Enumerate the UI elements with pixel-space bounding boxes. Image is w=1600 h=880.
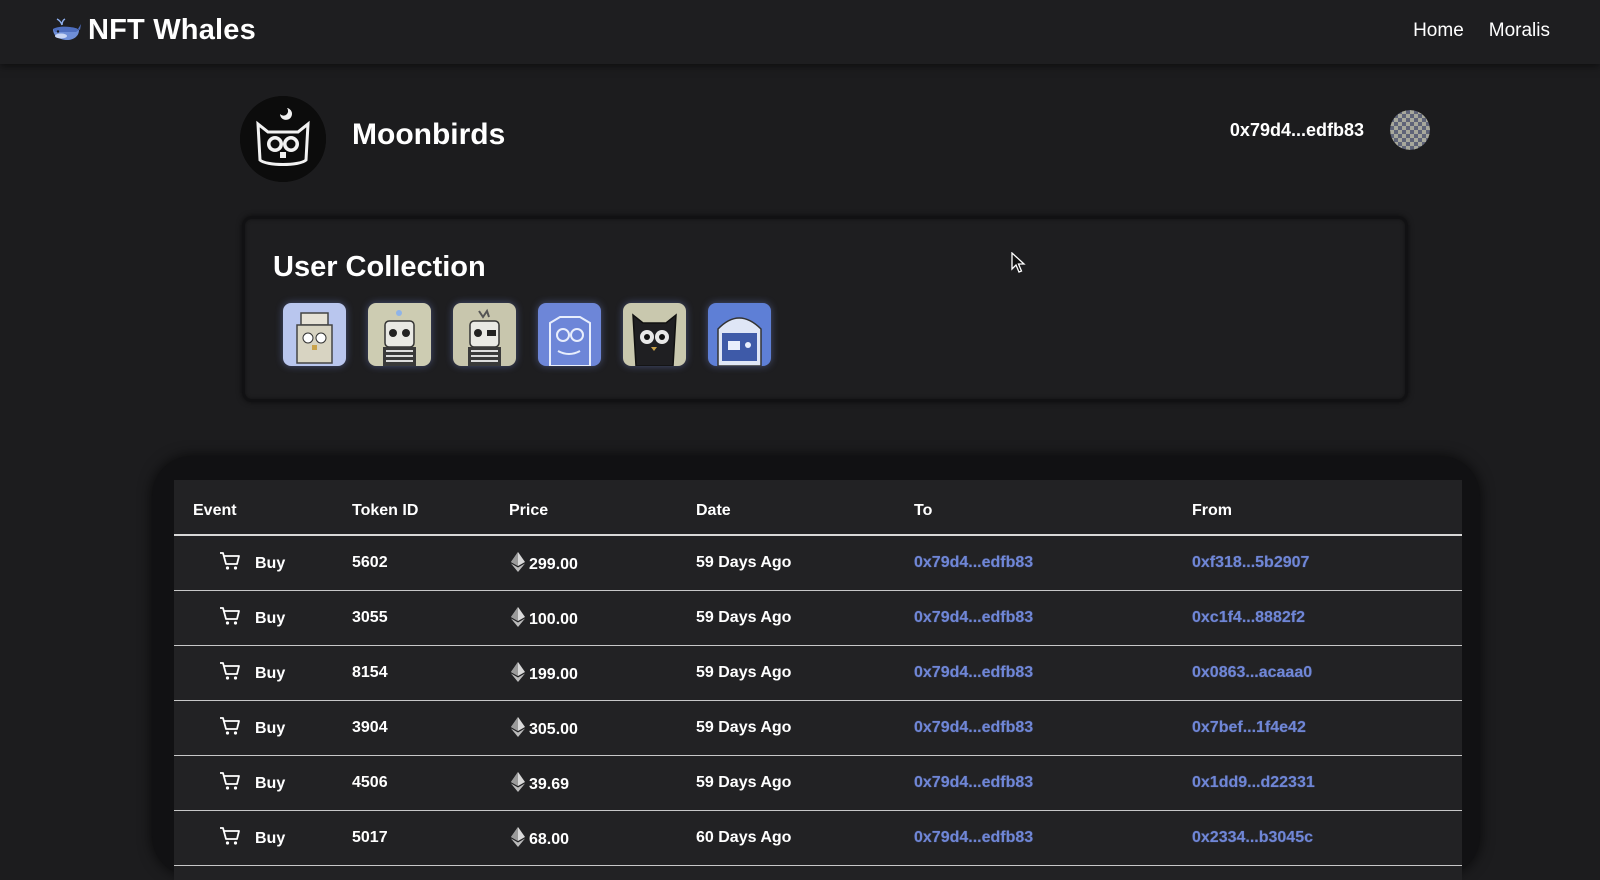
moonbird-crown-icon[interactable] [283, 303, 346, 366]
date: 59 Days Ago [696, 554, 792, 571]
from-address-link[interactable]: 0xc1f4...8882f2 [1192, 609, 1305, 627]
event-label: Buy [255, 774, 286, 792]
from-address-link[interactable]: 0x0863...acaaa0 [1192, 664, 1312, 682]
header-event: Event [193, 502, 237, 519]
price-value: 68.00 [529, 830, 570, 848]
event-label: Buy [255, 609, 286, 627]
cart-icon [219, 661, 241, 686]
header-to: To [914, 502, 933, 519]
moonbird-blue-icon[interactable] [538, 303, 601, 366]
date: 59 Days Ago [696, 774, 792, 791]
nav-link-home[interactable]: Home [1413, 20, 1464, 42]
price-value: 299.00 [529, 555, 578, 573]
to-address-link[interactable]: 0x79d4...edfb83 [914, 829, 1033, 847]
token-id: 3055 [352, 609, 388, 626]
collection-name: Moonbirds [352, 118, 506, 151]
from-address-link[interactable]: 0x2334...b3045c [1192, 829, 1313, 847]
table-row: Buy 3904 305.00 59 Days Ago 0x79d4...edf… [174, 701, 1462, 756]
from-address-link[interactable]: 0x1dd9...d22331 [1192, 774, 1315, 792]
price-value: 199.00 [529, 665, 578, 683]
price-cell: 39.69 [511, 772, 569, 797]
event-cell: Buy [219, 606, 285, 631]
price-cell: 305.00 [511, 717, 578, 742]
event-label: Buy [255, 719, 286, 737]
cart-icon [219, 716, 241, 741]
event-cell: Buy [219, 551, 285, 576]
checkered-avatar-icon[interactable] [1390, 110, 1430, 150]
token-id: 5017 [352, 829, 388, 846]
transactions-table: Event Token ID Price Date To From Buy 56… [174, 480, 1462, 880]
ethereum-icon [511, 662, 525, 687]
wallet-address[interactable]: 0x79d4...edfb83 [1230, 120, 1364, 141]
event-label: Buy [255, 554, 286, 572]
top-navbar: NFT Whales Home Moralis [0, 0, 1600, 64]
token-id: 4506 [352, 774, 388, 791]
to-address-link[interactable]: 0x79d4...edfb83 [914, 609, 1033, 627]
moonbird-helmet-icon[interactable] [708, 303, 771, 366]
event-cell: Buy [219, 716, 285, 741]
mouse-cursor-icon [1011, 251, 1027, 279]
event-label: Buy [255, 664, 286, 682]
cart-icon [219, 606, 241, 631]
table-row: Buy 4506 39.69 59 Days Ago 0x79d4...edfb… [174, 756, 1462, 811]
moonbird-dark-icon[interactable] [623, 303, 686, 366]
date: 59 Days Ago [696, 664, 792, 681]
header-price: Price [509, 502, 549, 519]
date: 59 Days Ago [696, 609, 792, 626]
table-row: Buy 5602 299.00 59 Days Ago 0x79d4...edf… [174, 536, 1462, 591]
brand-link[interactable]: NFT Whales [50, 12, 256, 49]
cart-icon [219, 551, 241, 576]
table-row: Buy 8154 199.00 59 Days Ago 0x79d4...edf… [174, 646, 1462, 701]
moonbird-skull-icon[interactable] [453, 303, 516, 366]
to-address-link[interactable]: 0x79d4...edfb83 [914, 719, 1033, 737]
event-cell: Buy [219, 661, 285, 686]
collection-header: Moonbirds 0x79d4...edfb83 [240, 96, 1430, 182]
to-address-link[interactable]: 0x79d4...edfb83 [914, 774, 1033, 792]
event-cell: Buy [219, 826, 285, 851]
table-row: Buy 3055 100.00 59 Days Ago 0x79d4...edf… [174, 591, 1462, 646]
price-cell: 299.00 [511, 552, 578, 577]
event-label: Buy [255, 829, 286, 847]
date: 60 Days Ago [696, 829, 792, 846]
price-value: 305.00 [529, 720, 578, 738]
table-header-row: Event Token ID Price Date To From [174, 480, 1462, 536]
user-collection-card: User Collection [242, 216, 1408, 402]
ethereum-icon [511, 717, 525, 742]
brand-title: NFT Whales [88, 14, 256, 46]
price-cell: 68.00 [511, 827, 569, 852]
ethereum-icon [511, 827, 525, 852]
token-id: 5602 [352, 554, 388, 571]
nft-thumbnail-row [283, 303, 771, 366]
to-address-link[interactable]: 0x79d4...edfb83 [914, 664, 1033, 682]
table-row: Buy 5017 68.00 60 Days Ago 0x79d4...edfb… [174, 811, 1462, 866]
ethereum-icon [511, 552, 525, 577]
header-from: From [1192, 502, 1232, 519]
from-address-link[interactable]: 0xf318...5b2907 [1192, 554, 1309, 572]
header-token-id: Token ID [352, 502, 419, 519]
token-id: 3904 [352, 719, 388, 736]
user-collection-title: User Collection [273, 251, 486, 283]
date: 59 Days Ago [696, 719, 792, 736]
token-id: 8154 [352, 664, 388, 681]
price-value: 39.69 [529, 775, 570, 793]
price-cell: 100.00 [511, 607, 578, 632]
ethereum-icon [511, 607, 525, 632]
event-cell: Buy [219, 771, 285, 796]
moonbird-skull-icon[interactable] [368, 303, 431, 366]
whale-icon [50, 12, 82, 49]
cart-icon [219, 826, 241, 851]
owl-icon [240, 96, 326, 182]
header-date: Date [696, 502, 731, 519]
to-address-link[interactable]: 0x79d4...edfb83 [914, 554, 1033, 572]
from-address-link[interactable]: 0x7bef...1f4e42 [1192, 719, 1306, 737]
ethereum-icon [511, 772, 525, 797]
cart-icon [219, 771, 241, 796]
nav-links: Home Moralis [1413, 20, 1550, 42]
nav-link-moralis[interactable]: Moralis [1489, 20, 1550, 42]
price-cell: 199.00 [511, 662, 578, 687]
price-value: 100.00 [529, 610, 578, 628]
